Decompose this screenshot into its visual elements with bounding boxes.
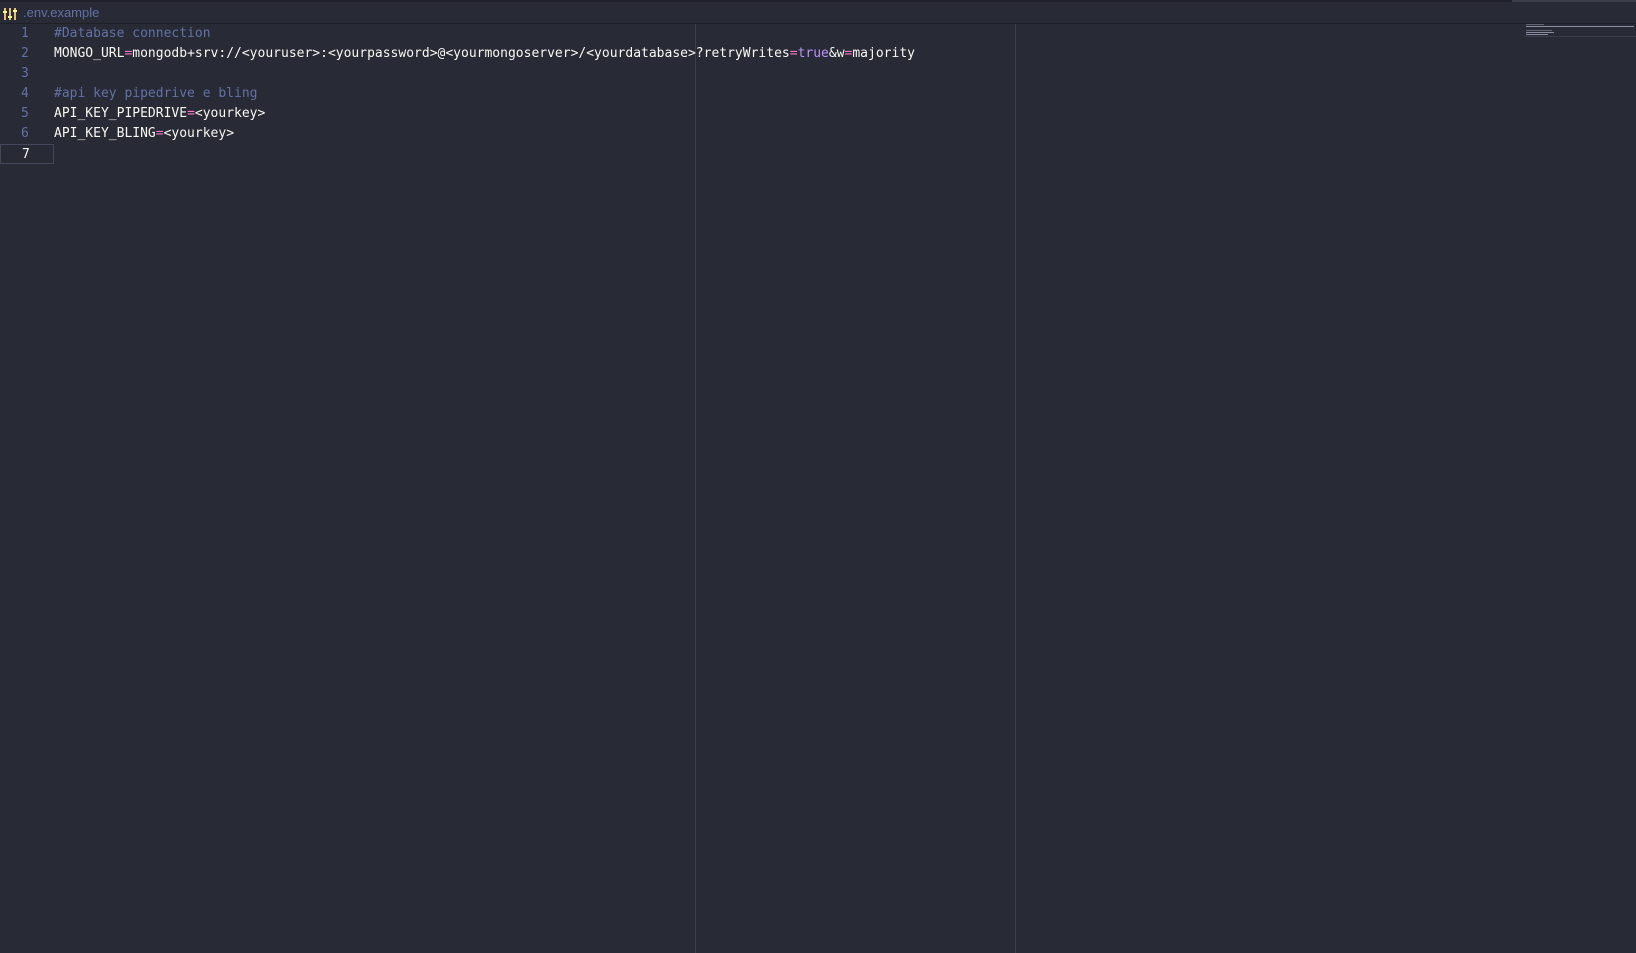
minimap-line [1526, 32, 1554, 33]
env-value: <yourkey> [163, 126, 235, 141]
breadcrumb: .env.example [0, 2, 1636, 24]
breadcrumb-file-name[interactable]: .env.example [23, 5, 99, 20]
line-number: 1 [21, 26, 29, 41]
minimap-line [1526, 30, 1552, 31]
minimap[interactable] [1524, 22, 1636, 37]
code-line[interactable]: 4 #api key pipedrive e bling [0, 84, 1500, 104]
code-content: API_KEY_PIPEDRIVE=<yourkey> [54, 104, 265, 124]
code-line[interactable]: 6 API_KEY_BLING=<yourkey> [0, 124, 1500, 144]
code-content: MONGO_URL =mongodb+srv://<youruser>:<your… [54, 44, 915, 64]
env-value: &w [828, 46, 845, 61]
minimap-line [1526, 34, 1548, 35]
assignment-operator: = [789, 46, 798, 61]
env-value: <yourkey> [194, 106, 266, 121]
env-value: mongodb+srv://<youruser>:<yourpassword>@… [132, 46, 790, 61]
minimap-line [1526, 24, 1544, 25]
line-number: 7 [0, 144, 54, 164]
comment-text: #api key pipedrive e bling [54, 86, 258, 101]
env-value: majority [852, 46, 915, 61]
code-content: API_KEY_BLING=<yourkey> [54, 124, 234, 144]
assignment-operator: = [187, 106, 195, 121]
line-number: 5 [21, 106, 29, 121]
code-line[interactable]: 2 MONGO_URL =mongodb+srv://<youruser>:<yo… [0, 44, 1500, 64]
line-number: 2 [21, 46, 29, 61]
line-number: 6 [21, 126, 29, 141]
code-line[interactable]: 3 [0, 64, 1500, 84]
code-line[interactable]: 5 API_KEY_PIPEDRIVE=<yourkey> [0, 104, 1500, 124]
env-key: API_KEY_PIPEDRIVE [54, 106, 188, 121]
assignment-operator: = [155, 126, 164, 141]
line-number: 3 [21, 66, 29, 81]
settings-file-icon [3, 6, 17, 20]
line-number: 4 [21, 86, 29, 101]
comment-text: #Database connection [54, 26, 211, 41]
code-line[interactable]: 1 #Database connection [0, 24, 1500, 44]
code-editor[interactable]: 1 #Database connection 2 MONGO_URL=mongo… [0, 24, 1636, 953]
env-key: API_KEY_BLING [54, 126, 156, 141]
minimap-line [1526, 26, 1634, 27]
env-key: MONGO_URL [54, 46, 125, 61]
code-line-current[interactable]: 7 [0, 144, 1500, 164]
boolean-literal: true [797, 46, 829, 61]
